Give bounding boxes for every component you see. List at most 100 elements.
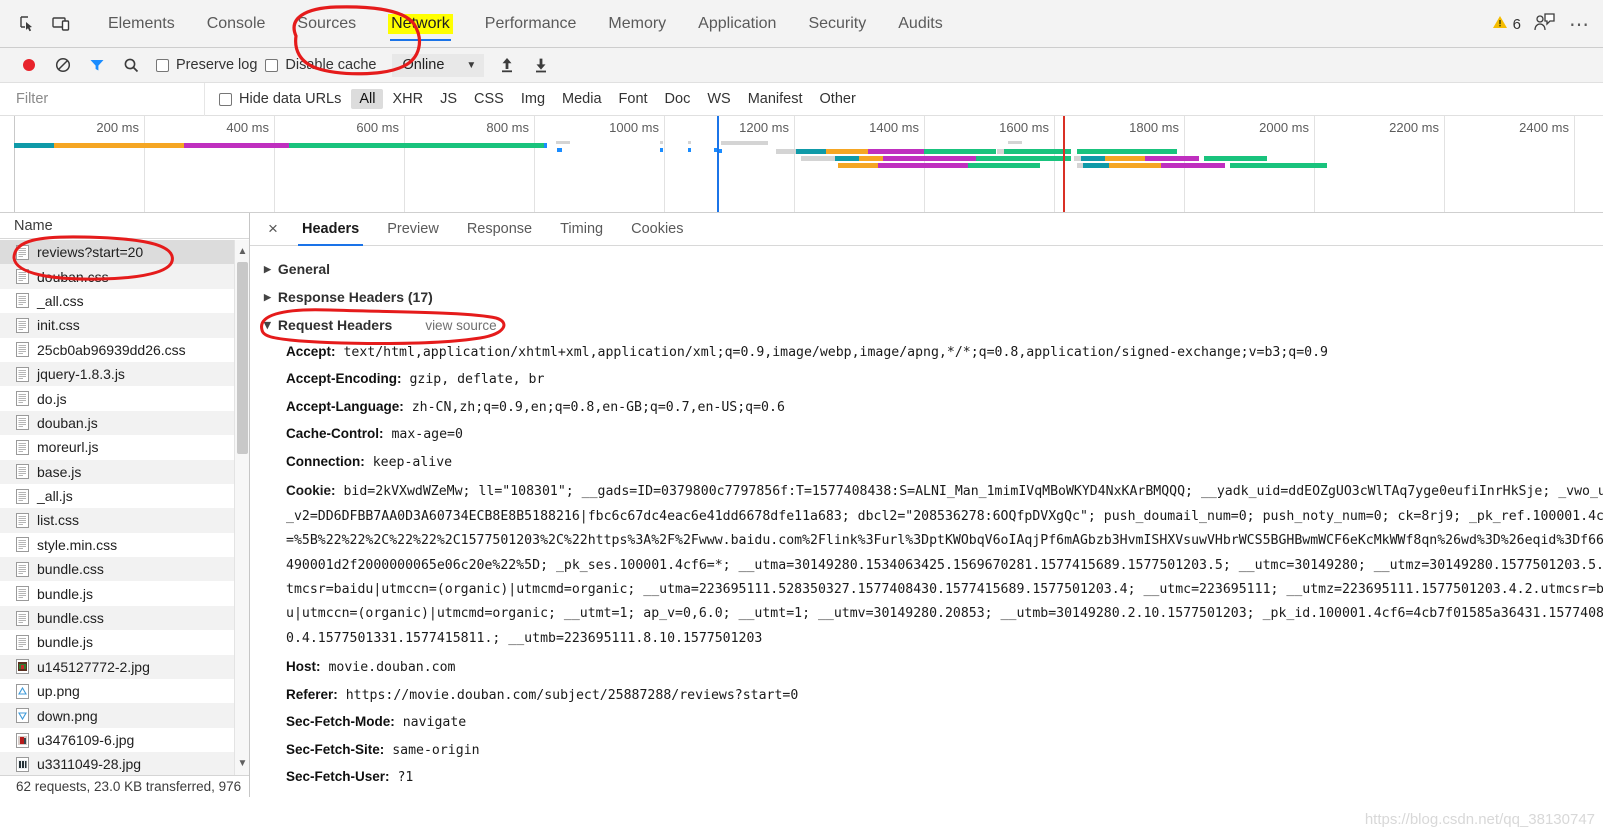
type-filter-xhr[interactable]: XHR [384, 89, 431, 109]
document-icon [16, 244, 29, 260]
network-overview-timeline[interactable]: 200 ms 400 ms 600 ms 800 ms 1000 ms 1200… [0, 116, 1603, 213]
list-item[interactable]: u3311049-28.jpg [0, 752, 249, 775]
list-item[interactable]: moreurl.js [0, 435, 249, 459]
cookie-value-part: u|utmccn=(organic)|utmcmd=organic; __utm… [286, 606, 1603, 622]
type-filter-css[interactable]: CSS [466, 89, 512, 109]
header-value: text/html,application/xhtml+xml,applicat… [343, 345, 1328, 360]
list-item[interactable]: init.css [0, 313, 249, 338]
overview-inner: 200 ms 400 ms 600 ms 800 ms 1000 ms 1200… [14, 116, 1603, 212]
more-options-icon[interactable]: ⋯ [1567, 12, 1593, 37]
type-filter-js[interactable]: JS [432, 89, 465, 109]
hide-data-urls-checkbox[interactable]: Hide data URLs [219, 91, 341, 107]
throttling-select[interactable]: Online ▼ [392, 53, 485, 77]
header-name: Sec-Fetch-Mode: [286, 714, 395, 730]
document-icon [16, 634, 29, 650]
request-list-scrollbar[interactable]: ▲ ▼ [234, 240, 249, 775]
type-filter-all[interactable]: All [351, 89, 384, 109]
inspect-element-icon[interactable] [10, 9, 44, 39]
overview-request-bar [997, 149, 1017, 154]
tab-security[interactable]: Security [792, 0, 882, 48]
type-filter-doc[interactable]: Doc [657, 89, 699, 109]
tab-preview[interactable]: Preview [373, 213, 453, 246]
general-section-toggle[interactable]: ▶ General [260, 255, 1603, 283]
warning-count[interactable]: 6 [1492, 14, 1521, 34]
cookie-line: u|utmccn=(organic)|utmcmd=organic; __utm… [286, 602, 1603, 626]
type-filter-ws[interactable]: WS [699, 89, 738, 109]
type-filter-img[interactable]: Img [513, 89, 553, 109]
overview-tick-label: 2000 ms [1259, 120, 1309, 135]
list-item[interactable]: reviews?start=20 [0, 240, 249, 265]
tab-elements[interactable]: Elements [92, 0, 191, 48]
close-icon[interactable]: × [258, 214, 288, 244]
feedback-person-icon[interactable] [1533, 12, 1555, 37]
type-filter-font[interactable]: Font [611, 89, 656, 109]
image-icon [16, 708, 29, 724]
list-item[interactable]: 25cb0ab96939dd26.css [0, 338, 249, 362]
list-item[interactable]: _all.js [0, 484, 249, 508]
list-item[interactable]: base.js [0, 459, 249, 484]
scrollbar-thumb[interactable] [237, 262, 248, 454]
tab-headers[interactable]: Headers [288, 213, 373, 246]
request-details-panel: × Headers Preview Response Timing Cookie… [250, 213, 1603, 797]
chevron-down-icon: ▶ [262, 321, 273, 329]
tab-timing[interactable]: Timing [546, 213, 617, 246]
list-item[interactable]: style.min.css [0, 533, 249, 557]
tab-sources[interactable]: Sources [281, 0, 372, 48]
list-item[interactable]: bundle.js [0, 581, 249, 605]
overview-request-bar [1008, 141, 1022, 146]
type-filter-other[interactable]: Other [812, 89, 864, 109]
list-item[interactable]: bundle.css [0, 605, 249, 631]
search-button[interactable] [114, 51, 148, 79]
request-headers-label: Request Headers [277, 317, 393, 333]
list-item[interactable]: down.png [0, 703, 249, 728]
list-item[interactable]: up.png [0, 679, 249, 703]
scroll-up-arrow[interactable]: ▲ [235, 244, 250, 259]
type-filter-media[interactable]: Media [554, 89, 610, 109]
tab-audits[interactable]: Audits [882, 0, 958, 48]
import-har-button[interactable] [490, 51, 524, 79]
document-icon [16, 512, 29, 528]
tab-application[interactable]: Application [682, 0, 792, 48]
overview-tick-label: 1600 ms [999, 120, 1049, 135]
tab-response[interactable]: Response [453, 213, 546, 246]
image-icon [16, 756, 29, 772]
tab-performance[interactable]: Performance [469, 0, 593, 48]
tab-console[interactable]: Console [191, 0, 282, 48]
header-name: Upgrade-Insecure-Requests: [286, 796, 471, 797]
document-icon [16, 415, 29, 431]
request-list-header[interactable]: Name [0, 213, 249, 239]
list-item[interactable]: u3476109-6.jpg [0, 728, 249, 752]
list-item[interactable]: douban.css [0, 264, 249, 289]
request-name: bundle.js [37, 634, 94, 651]
header-row: Cache-Control: max-age=0 [260, 421, 1603, 448]
device-toolbar-icon[interactable] [44, 9, 78, 39]
type-filter-manifest[interactable]: Manifest [740, 89, 811, 109]
tab-network[interactable]: Network [372, 0, 469, 48]
list-item[interactable]: jquery-1.8.3.js [0, 361, 249, 387]
response-headers-section-toggle[interactable]: ▶ Response Headers (17) [260, 283, 1603, 311]
scroll-down-arrow[interactable]: ▼ [235, 756, 250, 771]
request-name: down.png [37, 707, 98, 724]
tab-memory[interactable]: Memory [592, 0, 682, 48]
tab-cookies[interactable]: Cookies [617, 213, 697, 246]
record-button[interactable] [12, 51, 46, 79]
overview-tick-label: 200 ms [96, 120, 139, 135]
clear-button[interactable] [46, 51, 80, 79]
list-item[interactable]: bundle.css [0, 557, 249, 582]
cookie-line: _v2=DD6DFBB7AA0D3A60734ECB8E8B5188216|fb… [286, 505, 1603, 529]
filter-input[interactable] [0, 82, 205, 116]
list-item[interactable]: do.js [0, 386, 249, 410]
filter-button[interactable] [80, 51, 114, 79]
request-headers-section-toggle[interactable]: ▶ Request Headers view source [260, 311, 1603, 339]
export-har-button[interactable] [524, 51, 558, 79]
list-item[interactable]: u145127772-2.jpg [0, 654, 249, 680]
list-item[interactable]: bundle.js [0, 630, 249, 654]
list-item[interactable]: list.css [0, 508, 249, 533]
list-item[interactable]: douban.js [0, 410, 249, 436]
document-icon [16, 488, 29, 504]
view-source-link[interactable]: view source [425, 318, 496, 333]
disable-cache-checkbox[interactable]: Disable cache [265, 57, 376, 73]
overview-request-bar [1147, 156, 1267, 161]
preserve-log-checkbox[interactable]: Preserve log [156, 57, 257, 73]
list-item[interactable]: _all.css [0, 289, 249, 313]
